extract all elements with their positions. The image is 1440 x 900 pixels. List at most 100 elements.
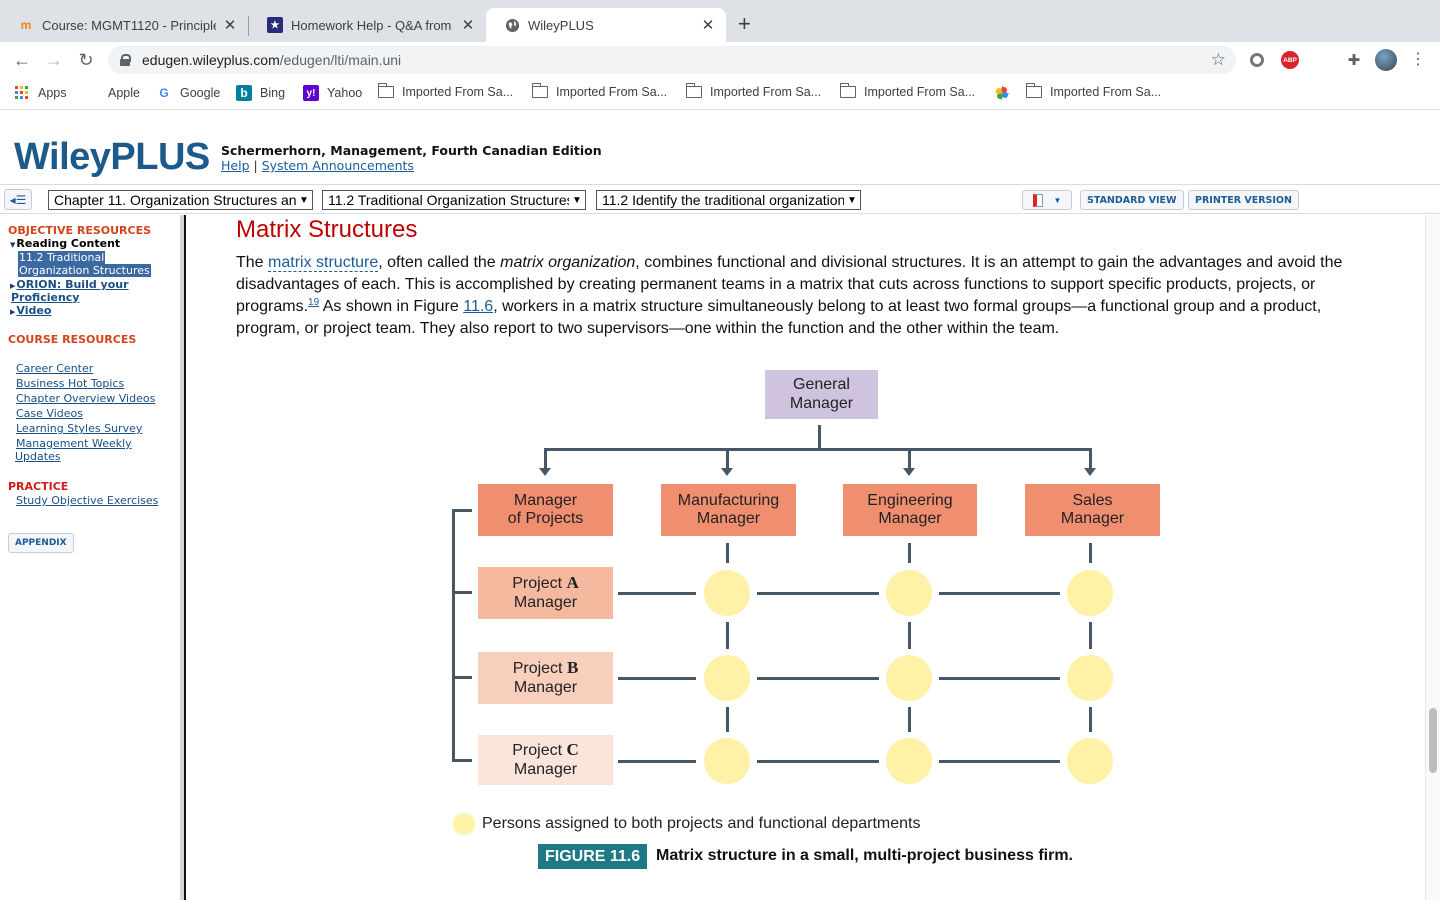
- new-tab-button[interactable]: +: [738, 12, 751, 36]
- close-tab-icon[interactable]: ✕: [222, 16, 238, 34]
- connector-line: [757, 676, 879, 680]
- chapter-overview-videos-link[interactable]: Chapter Overview Videos: [16, 392, 155, 405]
- career-center-link[interactable]: Career Center: [16, 362, 93, 375]
- study-objective-exercises-link[interactable]: Study Objective Exercises: [16, 494, 158, 507]
- sidebar-divider[interactable]: [180, 215, 186, 900]
- extension-circle-icon[interactable]: [1250, 53, 1264, 67]
- connector-line: [908, 448, 911, 468]
- globe-icon: [504, 17, 520, 33]
- appendix-button[interactable]: APPENDIX: [8, 533, 74, 553]
- bookmark-yahoo[interactable]: y! Yahoo: [303, 85, 362, 101]
- person-legend-swatch: [453, 813, 475, 835]
- folder-icon: [1025, 83, 1042, 98]
- bookmark-star-icon[interactable]: ☆: [1211, 50, 1226, 70]
- address-bar[interactable]: edugen.wileyplus.com/edugen/lti/main.uni…: [108, 46, 1236, 74]
- video-link[interactable]: ▶Video: [10, 304, 51, 317]
- bookmark-folder[interactable]: Imported From Sa...: [377, 83, 513, 99]
- figure-number-badge: FIGURE 11.6: [538, 844, 648, 869]
- project-b-manager-box: Project B Manager: [478, 652, 613, 704]
- connector-line: [618, 676, 696, 680]
- google-icon: G: [159, 86, 169, 100]
- yahoo-icon: y!: [303, 85, 319, 101]
- arrow-down-icon: [903, 468, 915, 476]
- sidebar: OBJECTIVE RESOURCES ▼Reading Content 11.…: [0, 215, 180, 900]
- figure-caption: Matrix structure in a small, multi-proje…: [656, 847, 1073, 864]
- connector-line: [1088, 543, 1092, 563]
- scrollbar-thumb[interactable]: [1429, 708, 1437, 773]
- management-weekly-updates-link[interactable]: Updates: [15, 450, 61, 463]
- bookmarks-bar: Apps Apple G Google b Bing y! Yahoo Impo…: [0, 78, 1440, 110]
- practice-heading: PRACTICE: [8, 480, 69, 493]
- profile-avatar[interactable]: [1375, 49, 1397, 71]
- browser-toolbar: ← → ↻ edugen.wileyplus.com/edugen/lti/ma…: [0, 42, 1440, 78]
- objective-select[interactable]: 11.2 Identify the traditional organizati…: [596, 190, 861, 210]
- triangle-right-icon: ▶: [10, 282, 16, 290]
- bookmark-folder[interactable]: Imported From Sa...: [685, 83, 821, 99]
- connector-line: [757, 591, 879, 595]
- reading-content-item[interactable]: ▼Reading Content: [10, 237, 120, 250]
- figure-link[interactable]: 11.6: [463, 298, 493, 315]
- arrow-down-icon: [539, 468, 551, 476]
- tab-wileyplus[interactable]: WileyPLUS ✕: [486, 8, 726, 42]
- connector-line: [1088, 707, 1092, 732]
- system-announcements-link[interactable]: System Announcements: [262, 158, 414, 173]
- bookmark-photos[interactable]: [994, 85, 1018, 101]
- current-section-highlight[interactable]: Organization Structures: [18, 264, 151, 277]
- close-tab-icon[interactable]: ✕: [460, 16, 476, 34]
- footnote-link[interactable]: 19: [308, 297, 319, 308]
- connector-line: [452, 509, 455, 762]
- more-menu-icon[interactable]: ⋮: [1406, 48, 1430, 72]
- bookmark-bing[interactable]: b Bing: [236, 85, 285, 101]
- section-title: Matrix Structures: [236, 216, 418, 243]
- connector-line: [544, 448, 547, 468]
- learning-styles-survey-link[interactable]: Learning Styles Survey: [16, 422, 142, 435]
- sales-manager-box: Sales Manager: [1025, 484, 1160, 536]
- page-scrollbar[interactable]: [1425, 215, 1440, 900]
- collapse-sidebar-button[interactable]: ◂☰: [4, 189, 32, 210]
- bookmark-folder[interactable]: Imported From Sa...: [1025, 83, 1161, 99]
- wileyplus-logo[interactable]: WileyPLUS: [14, 136, 210, 179]
- reload-icon[interactable]: ↻: [74, 48, 98, 72]
- case-videos-link[interactable]: Case Videos: [16, 407, 83, 420]
- orion-link-line2: Proficiency: [11, 291, 80, 304]
- connector-line: [939, 591, 1060, 595]
- section-select[interactable]: 11.2 Traditional Organization Structures…: [322, 190, 586, 210]
- person-node: [1067, 655, 1113, 701]
- tab-homework-help[interactable]: ★ Homework Help - Q&A from Online ✕: [249, 8, 486, 42]
- help-link[interactable]: Help: [221, 158, 250, 173]
- project-c-manager-box: Project C Manager: [478, 735, 613, 785]
- connector-line: [725, 543, 729, 563]
- bookmark-folder[interactable]: Imported From Sa...: [839, 83, 975, 99]
- content-navbar: ◂☰ Chapter 11. Organization Structures a…: [0, 184, 1440, 214]
- header-links: Help | System Announcements: [221, 158, 414, 173]
- bookmark-apps[interactable]: Apps: [14, 85, 67, 101]
- chapter-select[interactable]: Chapter 11. Organization Structures and …: [48, 190, 313, 210]
- connector-line: [818, 425, 821, 449]
- folder-icon: [531, 83, 548, 98]
- shield-star-icon: ★: [267, 17, 283, 33]
- extensions-puzzle-icon[interactable]: ✚: [1345, 51, 1363, 69]
- connector-line: [757, 759, 879, 763]
- orion-link[interactable]: ▶ORION: Build your: [10, 278, 129, 291]
- adblock-icon[interactable]: ABP: [1281, 51, 1299, 69]
- back-icon[interactable]: ←: [10, 48, 34, 72]
- bing-icon: b: [236, 85, 252, 101]
- forward-icon[interactable]: →: [42, 48, 66, 72]
- bookmark-folder[interactable]: Imported From Sa...: [531, 83, 667, 99]
- pdf-icon: [1032, 193, 1043, 207]
- printer-version-button[interactable]: PRINTER VERSION: [1188, 190, 1299, 210]
- bookmark-apple[interactable]: Apple: [84, 85, 140, 101]
- close-tab-icon[interactable]: ✕: [700, 16, 716, 34]
- arrow-down-icon: [1084, 468, 1096, 476]
- triangle-down-icon: ▼: [10, 241, 16, 249]
- bookmark-google[interactable]: G Google: [156, 85, 220, 101]
- current-section-highlight[interactable]: 11.2 Traditional: [18, 251, 106, 264]
- person-node: [1067, 570, 1113, 616]
- management-weekly-updates-link[interactable]: Management Weekly: [16, 437, 132, 450]
- tab-course[interactable]: m Course: MGMT1120 - Principles ✕: [0, 8, 248, 42]
- book-title: Schermerhorn, Management, Fourth Canadia…: [221, 143, 602, 158]
- pdf-download-button[interactable]: ▼: [1022, 190, 1072, 210]
- matrix-structure-glossary-link[interactable]: matrix structure: [268, 254, 379, 272]
- business-hot-topics-link[interactable]: Business Hot Topics: [16, 377, 124, 390]
- standard-view-button[interactable]: STANDARD VIEW: [1080, 190, 1184, 210]
